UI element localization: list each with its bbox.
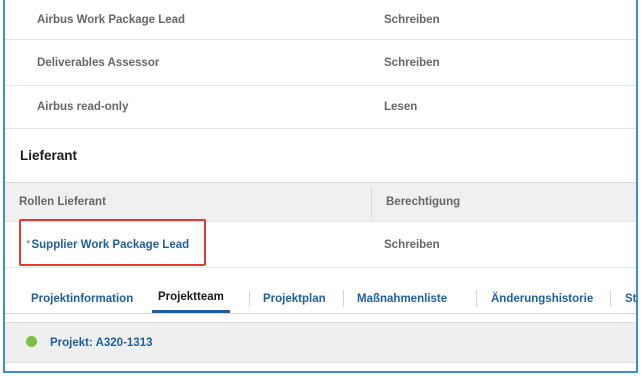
supplier-role-cell: * Supplier Work Package Lead bbox=[26, 222, 189, 267]
role-name: Airbus read-only bbox=[37, 101, 129, 113]
tab-projektteam[interactable]: Projektteam bbox=[152, 284, 230, 313]
role-name: Airbus Work Package Lead bbox=[37, 13, 186, 26]
tab-separator bbox=[610, 290, 611, 307]
supplier-work-package-lead-link[interactable]: Supplier Work Package Lead bbox=[31, 239, 189, 251]
tab-bar: Projektinformation Projektteam Projektpl… bbox=[5, 284, 636, 314]
section-title-supplier: Lieferant bbox=[20, 148, 78, 163]
column-header-role: Rollen Lieferant bbox=[19, 196, 106, 208]
table-row: Airbus Work Package Lead Schreiben bbox=[5, 0, 636, 40]
column-header-permission: Berechtigung bbox=[386, 196, 461, 208]
table-header-row: Rollen Lieferant Berechtigung bbox=[5, 182, 636, 222]
column-divider bbox=[371, 187, 372, 217]
tab-separator bbox=[249, 290, 250, 307]
project-bar: Projekt: A320-1313 bbox=[5, 322, 636, 363]
tab-separator bbox=[343, 290, 344, 307]
status-dot-icon bbox=[26, 336, 37, 347]
tab-projektinformation[interactable]: Projektinformation bbox=[31, 284, 133, 313]
role-name: Deliverables Assessor bbox=[37, 56, 160, 69]
role-permission: Schreiben bbox=[384, 13, 440, 26]
tab-massnahmenliste[interactable]: Maßnahmenliste bbox=[357, 284, 447, 313]
tab-truncated[interactable]: St bbox=[625, 284, 636, 313]
project-link[interactable]: Projekt: A320-1313 bbox=[50, 323, 153, 362]
role-permission: Lesen bbox=[384, 101, 418, 113]
section-header: Lieferant bbox=[5, 129, 636, 182]
table-row: Airbus read-only Lesen bbox=[5, 86, 636, 129]
tab-separator bbox=[476, 290, 477, 307]
tab-projektplan[interactable]: Projektplan bbox=[263, 284, 326, 313]
required-marker: * bbox=[26, 238, 31, 251]
role-permission: Schreiben bbox=[384, 56, 440, 69]
table-row: * Supplier Work Package Lead Schreiben bbox=[5, 222, 636, 268]
tab-aenderungshistorie[interactable]: Änderungshistorie bbox=[491, 284, 593, 313]
role-permission: Schreiben bbox=[384, 238, 440, 251]
table-row: Deliverables Assessor Schreiben bbox=[5, 40, 636, 86]
project-team-panel: Airbus Work Package Lead Schreiben Deliv… bbox=[3, 0, 638, 373]
